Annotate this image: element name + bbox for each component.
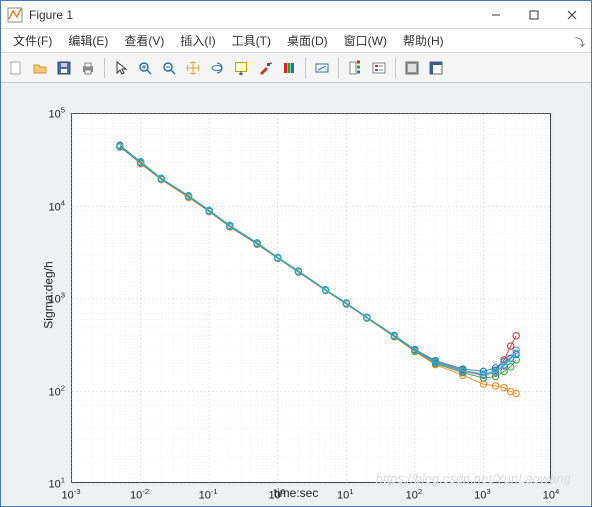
x-tick-label: 101 (337, 487, 354, 502)
menu-file[interactable]: 文件(F) (5, 29, 60, 52)
figure-window: Figure 1 文件(F) 编辑(E) 查看(V) 插入(I) 工具(T) 桌… (0, 0, 592, 507)
y-tick-label: 104 (15, 198, 65, 213)
y-tick-label: 102 (15, 383, 65, 398)
figure-area: 10-310-210-1100101102103104 101102103104… (1, 83, 591, 506)
open-icon[interactable] (29, 57, 51, 79)
menu-window[interactable]: 窗口(W) (336, 29, 395, 52)
print-icon[interactable] (77, 57, 99, 79)
axes[interactable] (71, 113, 551, 483)
brush-icon[interactable] (254, 57, 276, 79)
menu-insert[interactable]: 插入(I) (172, 29, 223, 52)
y-tick-label: 103 (15, 291, 65, 306)
toolbar (1, 53, 591, 83)
menu-edit[interactable]: 编辑(E) (60, 29, 116, 52)
watermark-text: https://blog.csdn.net/YunLaowang (376, 471, 571, 486)
menu-desktop[interactable]: 桌面(D) (279, 29, 336, 52)
insert-legend-icon[interactable] (368, 57, 390, 79)
x-tick-label: 10-1 (199, 487, 218, 502)
save-icon[interactable] (53, 57, 75, 79)
hide-plot-tools-icon[interactable] (401, 57, 423, 79)
toolbar-separator (305, 58, 306, 78)
x-axis-label: time:sec (274, 486, 319, 500)
link-axes-icon[interactable] (311, 57, 333, 79)
toolbar-dropdown-icon[interactable]: ⤵ (575, 34, 585, 49)
matlab-figure-icon (7, 7, 23, 23)
menu-view[interactable]: 查看(V) (116, 29, 172, 52)
insert-colorbar-icon[interactable] (344, 57, 366, 79)
zoom-in-icon[interactable] (134, 57, 156, 79)
menu-tools[interactable]: 工具(T) (224, 29, 279, 52)
colorbar-icon[interactable] (278, 57, 300, 79)
toolbar-separator (395, 58, 396, 78)
y-tick-label: 105 (15, 106, 65, 121)
show-plot-tools-icon[interactable] (425, 57, 447, 79)
pointer-icon[interactable] (110, 57, 132, 79)
titlebar[interactable]: Figure 1 (1, 1, 591, 29)
x-tick-label: 10-2 (130, 487, 149, 502)
window-title: Figure 1 (29, 8, 477, 22)
toolbar-separator (338, 58, 339, 78)
rotate-3d-icon[interactable] (206, 57, 228, 79)
plot-canvas (72, 114, 552, 484)
menu-help[interactable]: 帮助(H) (395, 29, 452, 52)
y-tick-label: 101 (15, 476, 65, 491)
maximize-button[interactable] (515, 1, 553, 28)
new-figure-icon[interactable] (5, 57, 27, 79)
y-axis-label: Sigma:deg/h (42, 261, 56, 328)
x-tick-label: 104 (543, 487, 560, 502)
close-button[interactable] (553, 1, 591, 28)
menubar: 文件(F) 编辑(E) 查看(V) 插入(I) 工具(T) 桌面(D) 窗口(W… (1, 29, 591, 53)
x-tick-label: 103 (474, 487, 491, 502)
minimize-button[interactable] (477, 1, 515, 28)
data-cursor-icon[interactable] (230, 57, 252, 79)
toolbar-separator (104, 58, 105, 78)
pan-icon[interactable] (182, 57, 204, 79)
x-tick-label: 102 (406, 487, 423, 502)
zoom-out-icon[interactable] (158, 57, 180, 79)
